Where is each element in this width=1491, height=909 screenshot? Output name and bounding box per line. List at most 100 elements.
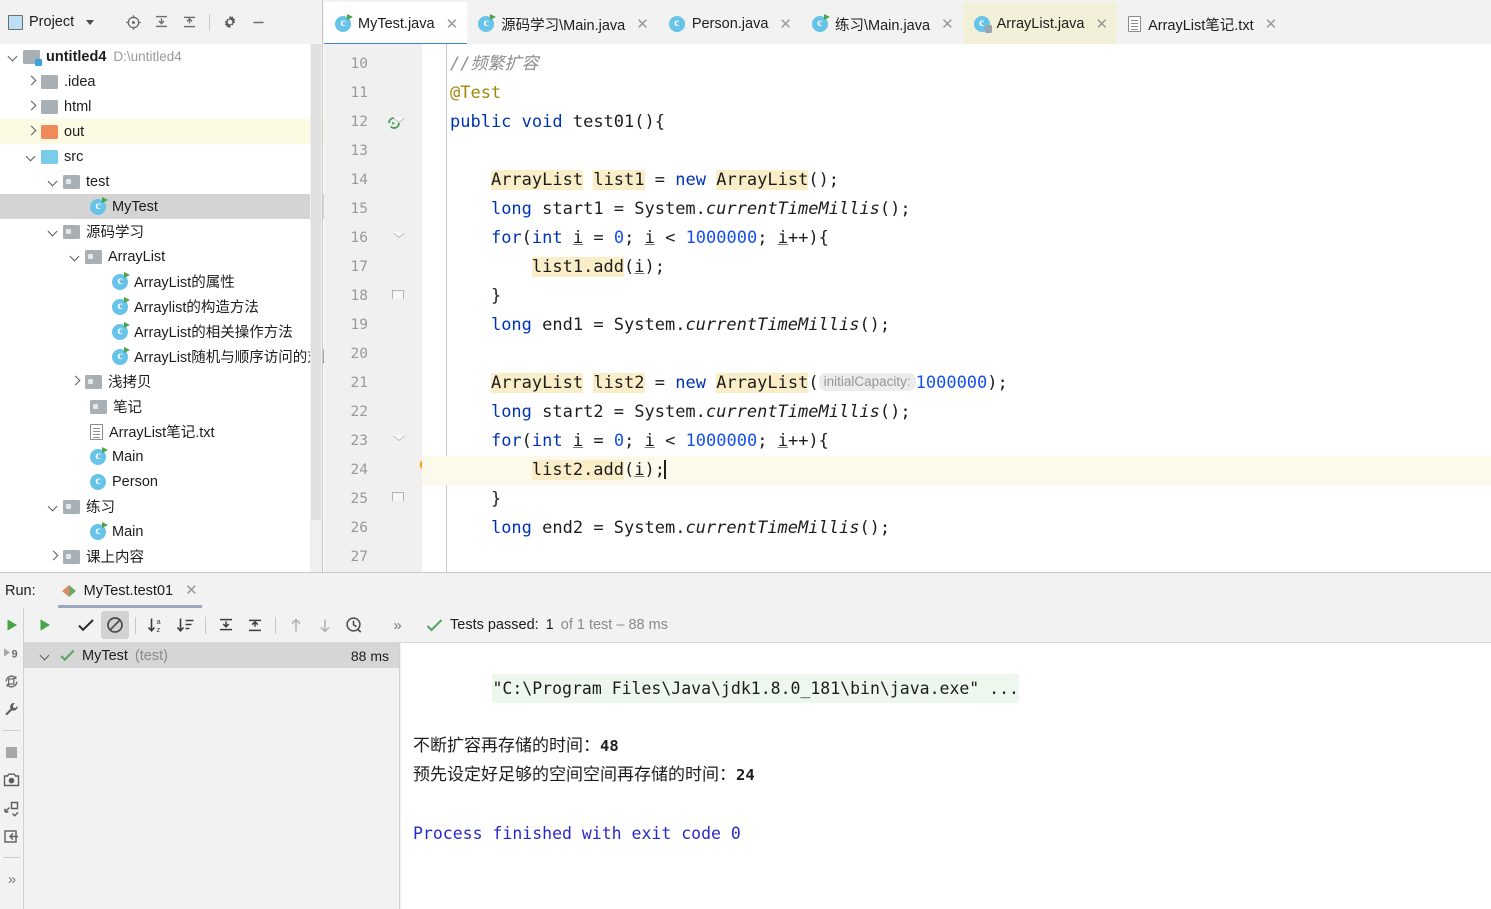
tree-node-src[interactable]: src: [0, 144, 324, 169]
fold-marker-line23[interactable]: [392, 435, 405, 448]
code-editor[interactable]: 10 11 12 13 14 15 16 17 18 19 20 21 22 2…: [324, 44, 1491, 572]
scrollbar-thumb[interactable]: [311, 44, 321, 520]
close-icon[interactable]: ✕: [779, 17, 792, 32]
chevron-right-icon[interactable]: [24, 124, 39, 139]
tree-node-out[interactable]: out: [0, 119, 324, 144]
console-output[interactable]: "C:\Program Files\Java\jdk1.8.0_181\bin\…: [401, 643, 1491, 909]
tree-node-test[interactable]: test: [0, 169, 324, 194]
locate-icon[interactable]: [120, 9, 146, 35]
editor-gutter[interactable]: 10 11 12 13 14 15 16 17 18 19 20 21 22 2…: [324, 44, 430, 572]
tree-node-source-study[interactable]: 源码学习: [0, 219, 324, 244]
editor-tab-mytest[interactable]: MyTest.java ✕: [324, 2, 468, 46]
code-line-20[interactable]: [422, 340, 1491, 369]
editor-tab-practice-main[interactable]: 练习\Main.java ✕: [800, 2, 963, 46]
project-tree[interactable]: untitled4 D:\untitled4 .idea html out sr…: [0, 44, 324, 572]
editor-tab-arraylist-notes[interactable]: ArrayList笔记.txt ✕: [1117, 2, 1287, 46]
tree-node-arraylist-access[interactable]: ArrayList随机与顺序访问的对比: [0, 344, 324, 369]
run-button[interactable]: [2, 615, 22, 635]
chevron-down-icon[interactable]: [68, 249, 83, 264]
close-icon[interactable]: ✕: [941, 17, 954, 32]
close-icon[interactable]: ✕: [185, 583, 198, 598]
project-tree-scrollbar[interactable]: [310, 44, 322, 572]
editor-tab-arraylist[interactable]: ArrayList.java ✕: [962, 2, 1118, 46]
editor-tab-source-main[interactable]: 源码学习\Main.java ✕: [467, 2, 658, 46]
previous-failed-button[interactable]: [282, 611, 310, 639]
test-results-tree[interactable]: MyTest (test) 88 ms: [24, 643, 400, 909]
gear-icon[interactable]: [217, 9, 243, 35]
chevron-right-icon[interactable]: [46, 549, 61, 564]
show-passed-button[interactable]: [72, 611, 100, 639]
rerun-failed-button[interactable]: 9: [2, 643, 22, 663]
tree-node-arraylist-ops[interactable]: ArrayList的相关操作方法: [0, 319, 324, 344]
code-line-23[interactable]: for(int i = 0; i < 1000000; i++){: [422, 427, 1491, 456]
run-tab-mytest-test01[interactable]: MyTest.test01 ✕: [57, 573, 202, 608]
editor-tab-person[interactable]: Person.java ✕: [657, 2, 801, 46]
chevron-down-icon[interactable]: [86, 19, 95, 25]
code-line-12[interactable]: public void test01(){: [422, 108, 1491, 137]
chevron-right-icon[interactable]: [24, 74, 39, 89]
sort-by-duration-button[interactable]: [171, 611, 199, 639]
tree-node-notes-folder[interactable]: 笔记: [0, 394, 324, 419]
code-line-11[interactable]: @Test: [422, 79, 1491, 108]
code-line-22[interactable]: long start2 = System.currentTimeMillis()…: [422, 398, 1491, 427]
code-line-16[interactable]: for(int i = 0; i < 1000000; i++){: [422, 224, 1491, 253]
tree-node-arraylist-notes-txt[interactable]: ArrayList笔记.txt: [0, 419, 324, 444]
code-line-10[interactable]: //频繁扩容: [422, 50, 1491, 79]
tree-node-untitled4[interactable]: untitled4 D:\untitled4: [0, 44, 324, 69]
test-tree-row-mytest[interactable]: MyTest (test) 88 ms: [24, 643, 399, 668]
collapse-all-button[interactable]: [241, 611, 269, 639]
code-line-18[interactable]: }: [422, 282, 1491, 311]
code-line-24[interactable]: list2.add(i);: [422, 456, 1491, 485]
expand-all-button[interactable]: [212, 611, 240, 639]
close-icon[interactable]: ✕: [1095, 17, 1108, 32]
code-line-25[interactable]: }: [422, 485, 1491, 514]
tree-node-idea[interactable]: .idea: [0, 69, 324, 94]
tree-node-main-practice[interactable]: Main: [0, 519, 324, 544]
project-tool-window-button[interactable]: Project: [0, 14, 95, 30]
run-test-gutter-icon[interactable]: [368, 51, 400, 129]
code-line-14[interactable]: ArrayList list1 = new ArrayList();: [422, 166, 1491, 195]
more-button[interactable]: »: [383, 611, 411, 639]
fold-marker-line16[interactable]: [392, 232, 405, 245]
close-icon[interactable]: ✕: [446, 17, 459, 32]
stop-button[interactable]: [2, 742, 22, 762]
settings-wrench-button[interactable]: [2, 699, 22, 719]
chevron-down-icon[interactable]: [38, 648, 53, 663]
code-line-21[interactable]: ArrayList list2 = new ArrayList(initialC…: [422, 369, 1491, 398]
tree-node-practice[interactable]: 练习: [0, 494, 324, 519]
collapse-all-icon[interactable]: [176, 9, 202, 35]
chevron-down-icon[interactable]: [24, 149, 39, 164]
tree-node-arraylist-ctor[interactable]: Arraylist的构造方法: [0, 294, 324, 319]
rerun-automatically-button[interactable]: [2, 671, 22, 691]
tree-node-class-content[interactable]: 课上内容: [0, 544, 324, 569]
fold-marker-line25[interactable]: [392, 492, 405, 505]
fold-marker-line12[interactable]: [392, 117, 405, 130]
close-icon[interactable]: ✕: [636, 17, 649, 32]
tree-node-arraylist-pkg[interactable]: ArrayList: [0, 244, 324, 269]
rerun-button[interactable]: [31, 611, 59, 639]
sort-alphabetically-button[interactable]: a z: [142, 611, 170, 639]
chevron-right-icon[interactable]: [68, 374, 83, 389]
code-line-19[interactable]: long end1 = System.currentTimeMillis();: [422, 311, 1491, 340]
code-line-15[interactable]: long start1 = System.currentTimeMillis()…: [422, 195, 1491, 224]
code-text-area[interactable]: //频繁扩容 @Test public void test01(){ Array…: [422, 44, 1491, 572]
tree-node-arraylist-attrs[interactable]: ArrayList的属性: [0, 269, 324, 294]
history-button[interactable]: [340, 611, 368, 639]
expand-all-icon[interactable]: [148, 9, 174, 35]
close-icon[interactable]: ✕: [1265, 17, 1278, 32]
hide-icon[interactable]: [245, 9, 271, 35]
chevron-down-icon[interactable]: [46, 499, 61, 514]
chevron-down-icon[interactable]: [6, 49, 21, 64]
import-button[interactable]: [2, 826, 22, 846]
tree-node-mytest[interactable]: MyTest: [0, 194, 324, 219]
code-line-27[interactable]: [422, 543, 1491, 572]
chevron-down-icon[interactable]: [46, 224, 61, 239]
tree-node-person[interactable]: Person: [0, 469, 324, 494]
expand-more-button[interactable]: »: [2, 869, 22, 889]
tree-node-main-source[interactable]: Main: [0, 444, 324, 469]
panel-divider[interactable]: [322, 0, 323, 572]
tree-node-shallow-copy[interactable]: 浅拷贝: [0, 369, 324, 394]
code-line-13[interactable]: [422, 137, 1491, 166]
tree-node-html[interactable]: html: [0, 94, 324, 119]
chevron-down-icon[interactable]: [46, 174, 61, 189]
